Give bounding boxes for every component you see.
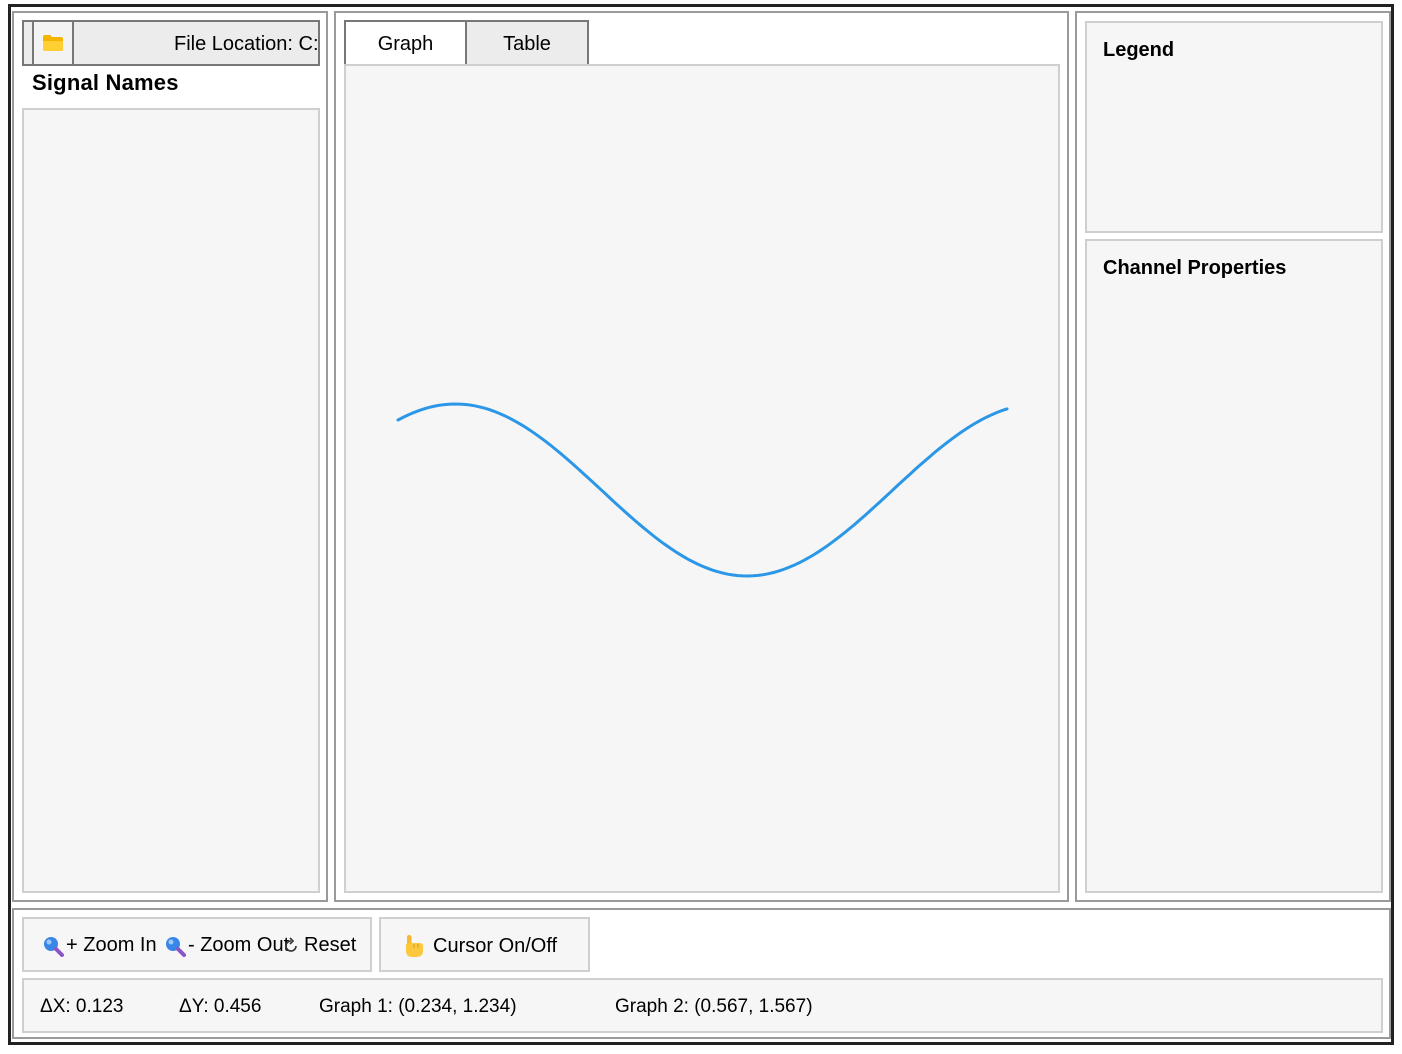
graph1-readout: Graph 1: (0.234, 1.234) bbox=[319, 996, 517, 1017]
signal-names-list[interactable] bbox=[22, 108, 320, 893]
tab-graph-label: Graph bbox=[377, 32, 434, 55]
file-location-label: File Location: C:/... bbox=[174, 33, 319, 55]
zoom-controls: + Zoom In - Zoom Out Reset bbox=[22, 917, 372, 972]
legend-heading: Legend bbox=[1103, 39, 1175, 61]
reset-button[interactable]: Reset bbox=[282, 934, 356, 957]
delta-x-readout: ΔX: 0.123 bbox=[40, 996, 124, 1017]
cursor-controls: Cursor On/Off bbox=[379, 917, 590, 972]
signal-panel: File Location: C:/... Signal Names bbox=[12, 11, 328, 902]
properties-panel: Legend Channel Properties bbox=[1075, 11, 1391, 902]
graph-panel: Graph Table bbox=[334, 11, 1069, 902]
cursor-toggle-button[interactable]: Cursor On/Off bbox=[401, 934, 557, 958]
folder-icon bbox=[43, 35, 63, 51]
magnifier-icon bbox=[44, 936, 64, 957]
tab-table-label: Table bbox=[503, 32, 551, 55]
channel-properties-heading: Channel Properties bbox=[1103, 257, 1287, 279]
magnifier-icon bbox=[166, 936, 186, 957]
pointing-hand-icon bbox=[406, 935, 423, 957]
graph-canvas[interactable] bbox=[344, 64, 1060, 893]
delta-y-readout: ΔY: 0.456 bbox=[179, 996, 262, 1017]
open-folder-button[interactable] bbox=[32, 22, 74, 64]
toolbar-panel: + Zoom In - Zoom Out Reset Cursor On/Off… bbox=[12, 908, 1391, 1039]
reset-icon bbox=[285, 936, 297, 952]
signal-names-heading: Signal Names bbox=[32, 70, 179, 95]
channel-properties-box: Channel Properties bbox=[1085, 239, 1383, 893]
file-location-bar[interactable]: File Location: C:/... bbox=[22, 20, 320, 66]
zoom-in-button[interactable]: + Zoom In bbox=[42, 934, 157, 957]
signal-curve bbox=[396, 402, 1009, 578]
tab-table[interactable]: Table bbox=[465, 20, 589, 66]
tab-graph[interactable]: Graph bbox=[344, 20, 467, 66]
legend-box: Legend bbox=[1085, 21, 1383, 233]
cursor-label: Cursor On/Off bbox=[433, 934, 558, 957]
status-bar: ΔX: 0.123 ΔY: 0.456 Graph 1: (0.234, 1.2… bbox=[22, 978, 1383, 1033]
graph-plot bbox=[396, 402, 1009, 578]
reset-label: Reset bbox=[304, 934, 357, 956]
graph2-readout: Graph 2: (0.567, 1.567) bbox=[615, 996, 813, 1017]
zoom-out-label: - Zoom Out bbox=[188, 934, 290, 956]
zoom-out-button[interactable]: - Zoom Out bbox=[164, 934, 289, 957]
zoom-in-label: + Zoom In bbox=[66, 934, 157, 956]
